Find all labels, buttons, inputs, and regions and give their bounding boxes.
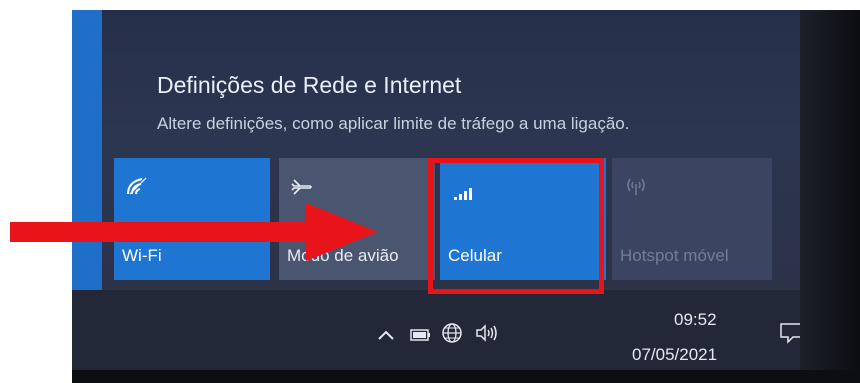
flyout-title[interactable]: Definições de Rede e Internet — [157, 72, 461, 99]
network-globe-icon[interactable] — [440, 321, 464, 350]
airplane-icon — [291, 176, 313, 202]
tile-mobile-hotspot[interactable]: Hotspot móvel — [612, 158, 772, 280]
annotation-arrow-icon — [10, 203, 378, 261]
tile-hotspot-label: Hotspot móvel — [620, 246, 729, 265]
flyout-subtitle: Altere definições, como aplicar limite d… — [157, 114, 630, 133]
screen-photo: Definições de Rede e Internet Altere def… — [72, 10, 860, 383]
clock-date[interactable]: 07/05/2021 — [632, 345, 717, 365]
chevron-up-icon[interactable] — [377, 326, 395, 347]
wifi-icon — [126, 176, 148, 200]
screen-bezel-bottom — [72, 370, 860, 383]
screen-bezel-right — [800, 10, 860, 383]
annotation-highlight-box — [428, 158, 604, 294]
battery-icon[interactable] — [410, 326, 432, 347]
clock-time[interactable]: 09:52 — [674, 310, 717, 330]
hotspot-icon — [624, 176, 648, 200]
volume-icon[interactable] — [474, 322, 500, 349]
